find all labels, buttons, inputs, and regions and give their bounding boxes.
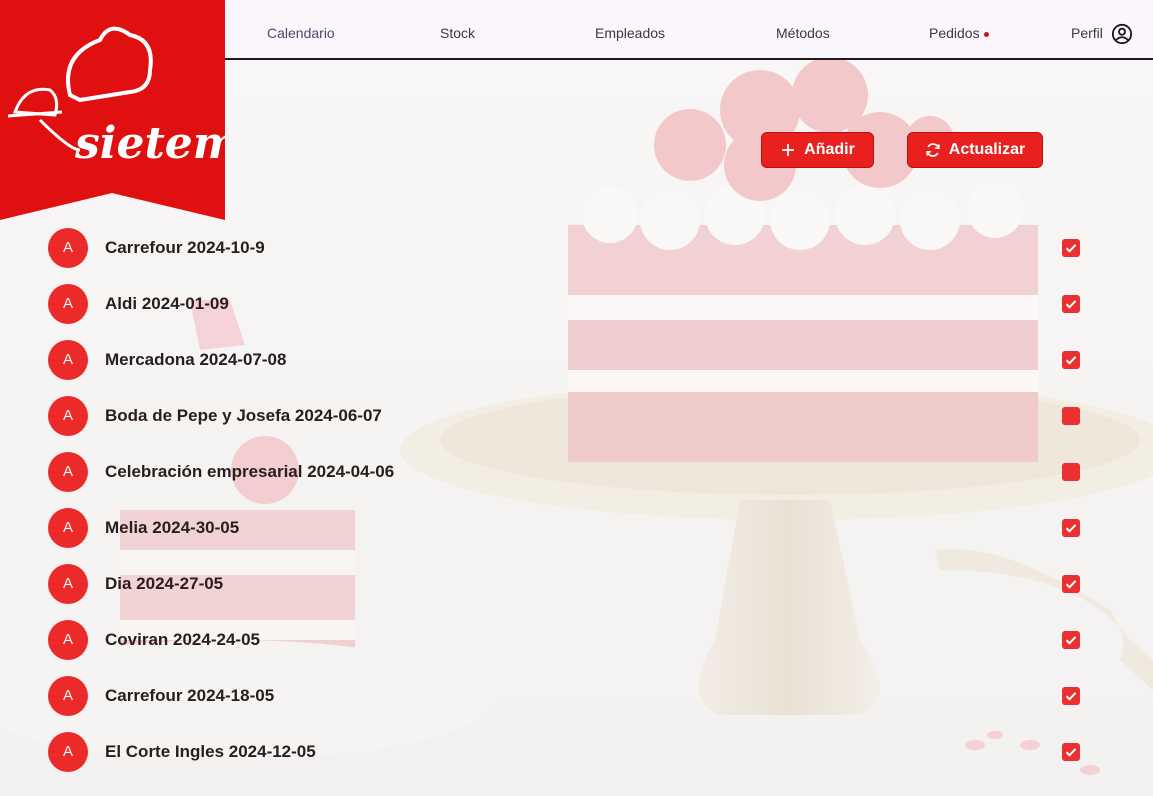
refresh-icon — [926, 143, 940, 157]
list-item[interactable]: A Boda de Pepe y Josefa 2024-06-07 — [48, 396, 1088, 436]
check-icon — [1065, 692, 1077, 701]
avatar: A — [48, 676, 88, 716]
order-label: Aldi 2024-01-09 — [105, 294, 229, 313]
notification-dot — [983, 31, 989, 37]
nav-pedidos-label: Pedidos — [929, 25, 980, 41]
list-item[interactable]: A Dia 2024-27-05 — [48, 564, 1088, 604]
plus-icon — [782, 144, 795, 156]
nav-metodos[interactable]: Métodos — [776, 4, 830, 60]
order-checkbox[interactable] — [1062, 351, 1080, 369]
list-item[interactable]: A Carrefour 2024-18-05 — [48, 676, 1088, 716]
order-label: Celebración empresarial 2024-04-06 — [105, 462, 395, 481]
order-label: Mercadona 2024-07-08 — [105, 350, 287, 369]
avatar: A — [48, 620, 88, 660]
order-label: Carrefour 2024-18-05 — [105, 686, 275, 705]
order-checkbox[interactable] — [1062, 239, 1080, 257]
add-button[interactable]: Añadir — [761, 132, 874, 168]
avatar: A — [48, 732, 88, 772]
check-icon — [1065, 636, 1077, 645]
add-button-label: Añadir — [804, 141, 855, 158]
order-checkbox[interactable] — [1062, 295, 1080, 313]
list-item[interactable]: A Mercadona 2024-07-08 — [48, 340, 1088, 380]
check-icon — [1065, 748, 1077, 757]
list-item[interactable]: A Aldi 2024-01-09 — [48, 284, 1088, 324]
nav-calendario-label: Calendario — [267, 25, 335, 41]
brand-name: sietem — [74, 118, 225, 169]
nav-pedidos[interactable]: Pedidos — [929, 4, 989, 60]
refresh-button[interactable]: Actualizar — [907, 132, 1043, 168]
order-checkbox[interactable] — [1062, 519, 1080, 537]
nav-calendario[interactable]: Calendario — [267, 4, 335, 60]
avatar: A — [48, 508, 88, 548]
list-item[interactable]: A El Corte Ingles 2024-12-05 — [48, 732, 1088, 772]
nav-metodos-label: Métodos — [776, 25, 830, 41]
avatar: A — [48, 284, 88, 324]
nav-stock-label: Stock — [440, 25, 476, 41]
list-item[interactable]: A Coviran 2024-24-05 — [48, 620, 1088, 660]
nav-stock[interactable]: Stock — [440, 4, 475, 60]
avatar: A — [48, 228, 88, 268]
order-checkbox-unchecked[interactable] — [1062, 463, 1080, 481]
order-label: Coviran 2024-24-05 — [105, 630, 260, 649]
avatar: A — [48, 340, 88, 380]
list-item[interactable]: A Carrefour 2024-10-9 — [48, 228, 1088, 268]
check-icon — [1065, 580, 1077, 589]
check-icon — [1065, 300, 1077, 309]
top-navbar: Calendario Stock Empleados Métodos Pedid… — [225, 4, 1153, 60]
order-checkbox[interactable] — [1062, 575, 1080, 593]
avatar: A — [48, 396, 88, 436]
list-item[interactable]: A Celebración empresarial 2024-04-06 — [48, 452, 1088, 492]
avatar: A — [48, 564, 88, 604]
user-circle-icon — [1111, 24, 1132, 45]
nav-empleados-label: Empleados — [595, 25, 666, 41]
check-icon — [1065, 524, 1077, 533]
avatar: A — [48, 452, 88, 492]
order-checkbox[interactable] — [1062, 743, 1080, 761]
check-icon — [1065, 356, 1077, 365]
nav-perfil[interactable]: Perfil — [1071, 4, 1133, 60]
order-label: Dia 2024-27-05 — [105, 574, 224, 593]
list-item[interactable]: A Melia 2024-30-05 — [48, 508, 1088, 548]
order-label: El Corte Ingles 2024-12-05 — [105, 742, 316, 761]
order-label: Melia 2024-30-05 — [105, 518, 240, 537]
check-icon — [1065, 244, 1077, 253]
order-checkbox[interactable] — [1062, 687, 1080, 705]
order-checkbox-unchecked[interactable] — [1062, 407, 1080, 425]
nav-empleados[interactable]: Empleados — [595, 4, 665, 60]
nav-perfil-label: Perfil — [1071, 25, 1103, 41]
order-checkbox[interactable] — [1062, 631, 1080, 649]
brand-logo: sietem — [0, 0, 225, 220]
refresh-button-label: Actualizar — [948, 141, 1026, 158]
order-label: Boda de Pepe y Josefa 2024-06-07 — [105, 406, 382, 425]
order-label: Carrefour 2024-10-9 — [105, 238, 265, 257]
